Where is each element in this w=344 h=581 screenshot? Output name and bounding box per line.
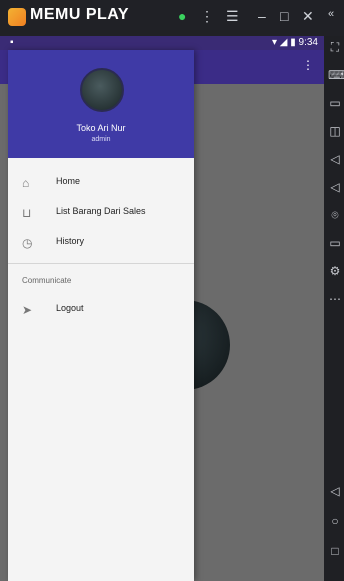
menu-item-home[interactable]: ⌂ Home <box>8 169 194 197</box>
home-icon: ⌂ <box>22 176 30 190</box>
memu-logo-icon <box>8 8 26 26</box>
home-icon[interactable]: ○ <box>328 514 342 528</box>
user-name: Toko Ari Nur <box>76 123 126 133</box>
emulator-right-toolbar: ⛶ ⌨ ▭ ◫ ◁ ◁ ⌾ ▭ ⚙ ⋯ ◁ ○ □ <box>324 36 344 581</box>
fullscreen-icon[interactable]: ⛶ <box>328 40 342 54</box>
signal-icon: ◢ <box>279 37 288 48</box>
close-icon[interactable]: ✕ <box>302 8 314 25</box>
send-icon: ➤ <box>22 303 33 317</box>
menu-item-history[interactable]: ◷ History <box>8 229 194 257</box>
emulator-title-bar: MEMU PLAY ● ⋮ ☰ – □ ✕ « <box>0 0 344 36</box>
menu-icon[interactable]: ☰ <box>226 8 239 25</box>
volume-up-icon[interactable]: ◁ <box>328 152 342 166</box>
history-icon: ◷ <box>22 236 33 250</box>
back-icon[interactable]: ◁ <box>328 484 342 498</box>
menu-item-list-barang[interactable]: ⊔ List Barang Dari Sales <box>8 199 194 227</box>
wifi-icon: ▾ <box>271 37 277 48</box>
menu-item-label: History <box>56 236 85 246</box>
folder-icon[interactable]: ▭ <box>328 236 342 250</box>
menu-item-label: Home <box>56 176 81 186</box>
screenshot-icon[interactable]: ◫ <box>328 124 342 138</box>
menu-item-label: List Barang Dari Sales <box>56 206 146 216</box>
keyboard-icon[interactable]: ⌨ <box>328 68 344 82</box>
section-title-communicate: Communicate <box>22 276 72 285</box>
android-status-bar: ▪ ▾ ◢ ▮ 9:34 <box>0 36 324 50</box>
battery-icon: ▮ <box>290 37 296 48</box>
menu-item-label: Logout <box>56 303 84 313</box>
record-icon[interactable]: ● <box>178 8 186 24</box>
basket-icon: ⊔ <box>22 206 32 220</box>
drawer-divider <box>8 263 194 264</box>
camera-icon[interactable]: ▭ <box>328 96 342 110</box>
more-dots-icon[interactable]: ⋯ <box>328 292 342 306</box>
menu-item-logout[interactable]: ➤ Logout <box>8 296 194 324</box>
double-arrow-icon[interactable]: « <box>328 8 334 20</box>
recent-apps-icon[interactable]: □ <box>328 544 342 558</box>
maximize-icon[interactable]: □ <box>280 8 288 24</box>
drawer-header: Toko Ari Nur admin <box>8 50 194 158</box>
status-right: ▾ ◢ ▮ 9:34 <box>272 37 318 48</box>
emulator-title: MEMU PLAY <box>30 6 130 23</box>
overflow-menu-icon[interactable]: ⋮ <box>302 58 314 72</box>
user-role: admin <box>91 136 111 143</box>
location-icon[interactable]: ⌾ <box>328 208 342 222</box>
minimize-icon[interactable]: – <box>258 8 266 24</box>
avatar[interactable] <box>80 68 124 112</box>
more-icon[interactable]: ⋮ <box>200 8 214 25</box>
status-time: 9:34 <box>298 37 318 48</box>
navigation-drawer: Toko Ari Nur admin ⌂ Home ⊔ List Barang … <box>8 50 194 581</box>
settings-icon[interactable]: ⚙ <box>328 264 342 278</box>
notification-icon: ▪ <box>10 37 14 48</box>
volume-down-icon[interactable]: ◁ <box>328 180 342 194</box>
